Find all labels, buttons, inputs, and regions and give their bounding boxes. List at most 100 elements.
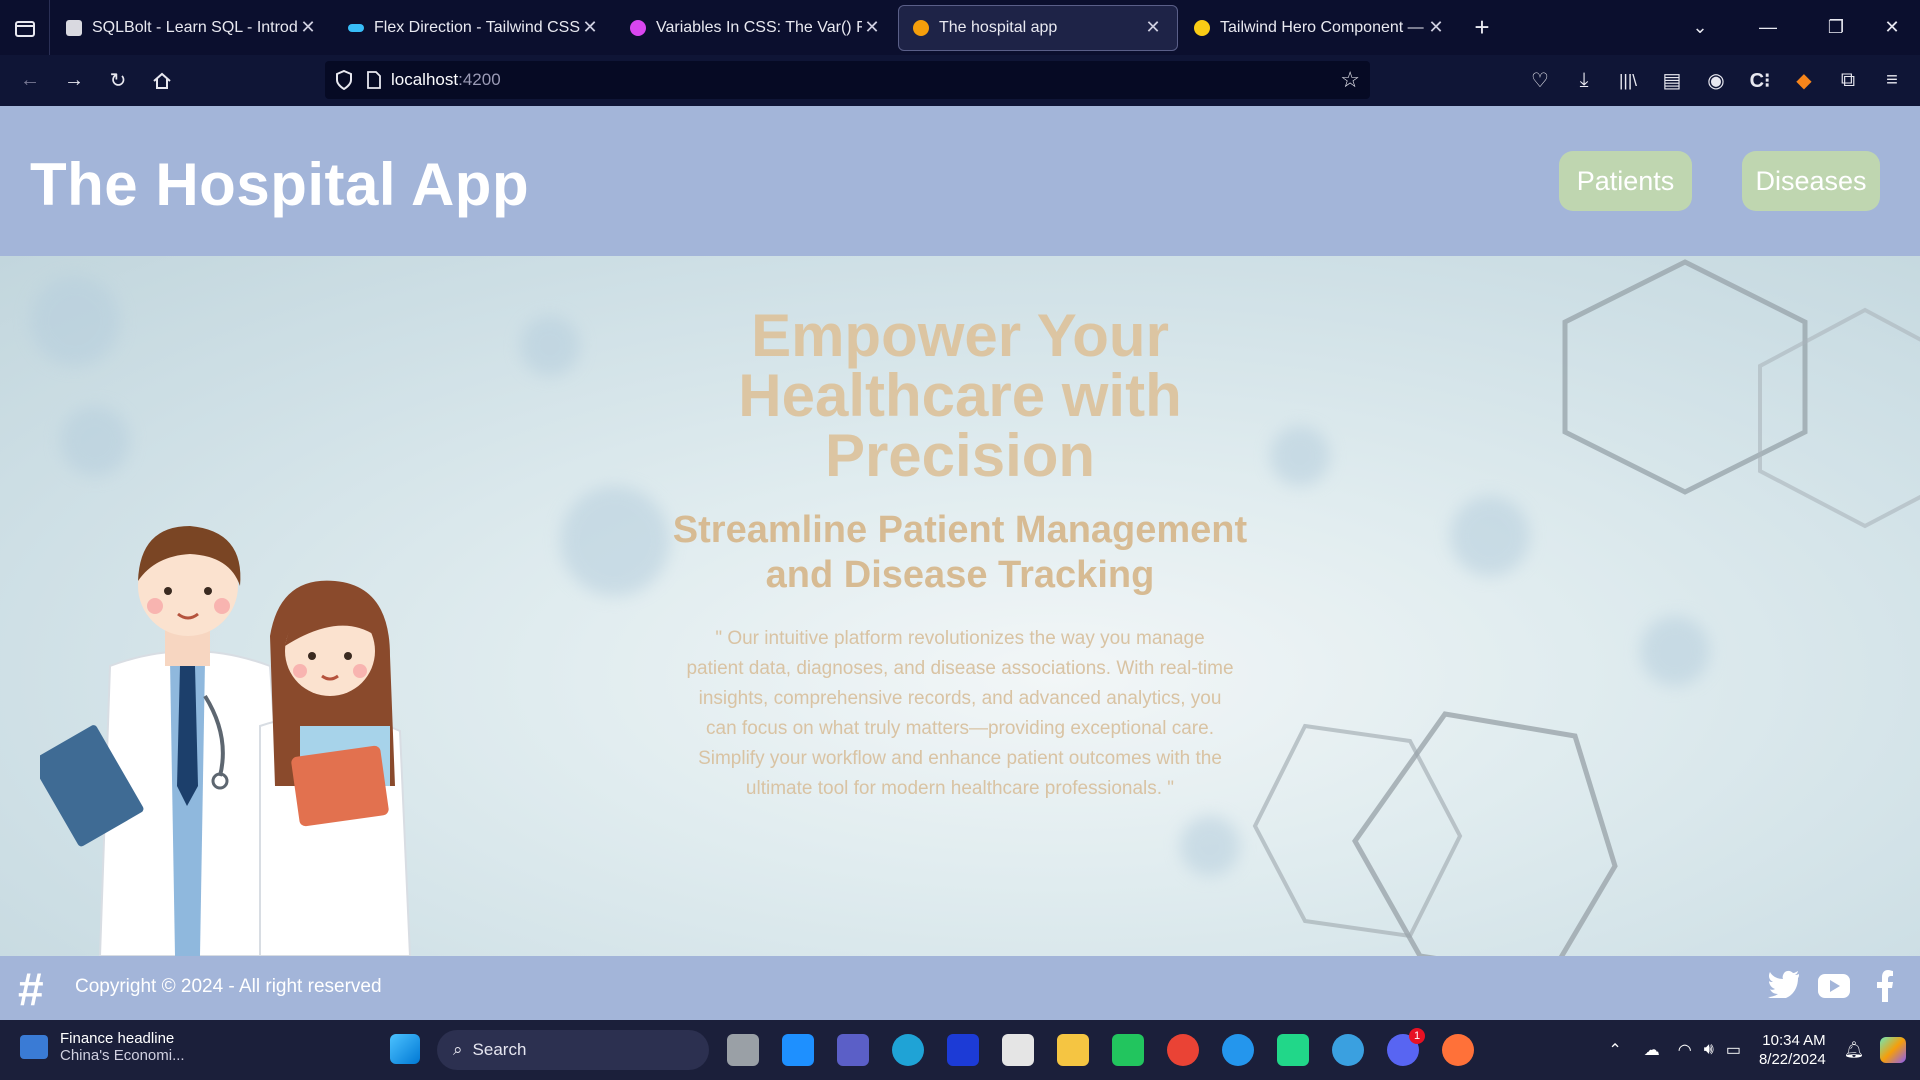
sidebar-button[interactable]: ▤ <box>1650 59 1694 103</box>
tab-title: The hospital app <box>939 18 1058 36</box>
browser-tab-bar: SQLBolt - Learn SQL - Introducti ✕ Flex … <box>0 0 1920 55</box>
tab-list-icon <box>14 20 35 37</box>
search-icon: ⌕ <box>453 1040 463 1059</box>
diseases-button[interactable]: Diseases <box>1742 151 1880 211</box>
download-icon: ⤓ <box>1579 69 1589 91</box>
twitter-icon[interactable] <box>1768 970 1800 998</box>
facebook-icon[interactable] <box>1876 970 1894 1002</box>
mail-icon[interactable] <box>782 1034 814 1066</box>
close-tab-icon[interactable]: ✕ <box>580 17 600 38</box>
file-explorer-icon[interactable] <box>1057 1034 1089 1066</box>
back-button[interactable]: ← <box>8 59 52 103</box>
browser-tab[interactable]: SQLBolt - Learn SQL - Introducti ✕ <box>52 5 332 51</box>
app-title[interactable]: The Hospital App <box>30 150 529 219</box>
search-placeholder: Search <box>472 1040 527 1059</box>
windows-start-icon[interactable] <box>390 1034 420 1064</box>
molecule-bubble <box>1450 496 1530 576</box>
url-bar[interactable]: localhost:4200 ☆ <box>325 61 1370 99</box>
url-port: :4200 <box>458 70 501 89</box>
tailwind-favicon-icon <box>348 23 364 32</box>
reload-icon: ↻ <box>109 70 127 92</box>
new-tab-button[interactable]: + <box>1460 12 1504 43</box>
bookmark-star-icon[interactable]: ☆ <box>1340 67 1360 93</box>
account-button[interactable]: ◉ <box>1694 59 1738 103</box>
battery-icon[interactable]: ▭ <box>1726 1040 1741 1060</box>
extension-c-icon: C⁝ <box>1749 70 1771 92</box>
wifi-icon[interactable]: ◠ <box>1678 1040 1692 1060</box>
minimize-button[interactable]: — <box>1728 0 1808 55</box>
edge-icon[interactable] <box>892 1034 924 1066</box>
list-all-tabs-button[interactable]: ⌄ <box>1672 0 1728 55</box>
reload-button[interactable]: ↻ <box>96 59 140 103</box>
browser-tab[interactable]: Tailwind Hero Component — Te ✕ <box>1180 5 1460 51</box>
notification-bell-icon[interactable]: 🔔︎ <box>1844 1040 1864 1060</box>
extension-c-button[interactable]: C⁝ <box>1738 59 1782 103</box>
chevron-down-icon: ⌄ <box>1692 17 1708 37</box>
youtube-icon[interactable] <box>1818 974 1850 998</box>
pocket-button[interactable]: ♡ <box>1518 59 1562 103</box>
tab-title: Tailwind Hero Component — Te <box>1220 18 1426 36</box>
task-view-icon[interactable] <box>727 1034 759 1066</box>
hero-content: Empower Your Healthcare with Precision S… <box>650 306 1270 804</box>
tailwind-hero-favicon-icon <box>1194 19 1210 36</box>
taskbar-search[interactable]: ⌕ Search <box>437 1030 709 1070</box>
molecule-bubble <box>30 276 120 366</box>
chevron-up-icon[interactable]: ⌃ <box>1608 1040 1621 1060</box>
sqlbolt-favicon-icon <box>66 19 82 36</box>
close-tab-icon[interactable]: ✕ <box>862 17 882 38</box>
discord-badge: 1 <box>1409 1028 1425 1044</box>
patients-button[interactable]: Patients <box>1559 151 1692 211</box>
news-widget[interactable]: Finance headline China's Economi... <box>20 1030 185 1064</box>
url-text: localhost:4200 <box>391 70 501 90</box>
clock[interactable]: 10:34 AM 8/22/2024 <box>1759 1031 1826 1069</box>
menu-button[interactable]: ≡ <box>1870 59 1914 103</box>
extensions-button[interactable]: ⧉ <box>1826 59 1870 103</box>
news-subtitle: China's Economi... <box>60 1047 185 1064</box>
volume-icon[interactable]: 🔊︎ <box>1704 1041 1714 1059</box>
toolbar-right: ♡ ⤓ |||\ ▤ ◉ C⁝ ◆ ⧉ ≡ <box>1518 55 1920 106</box>
css-favicon-icon <box>630 19 646 36</box>
url-host: localhost <box>391 70 459 89</box>
metamask-button[interactable]: ◆ <box>1782 59 1826 103</box>
puzzle-icon: ⧉ <box>1840 69 1856 91</box>
app-l-icon[interactable] <box>947 1034 979 1066</box>
teams-icon[interactable] <box>837 1034 869 1066</box>
close-tab-icon[interactable]: ✕ <box>298 17 318 38</box>
copilot-icon[interactable] <box>1880 1037 1906 1063</box>
system-tray: ⌃ ☁ ◠ 🔊︎ ▭ 10:34 AM 8/22/2024 🔔︎ <box>1608 1020 1920 1080</box>
tab-list-button[interactable] <box>0 0 50 55</box>
chrome-icon[interactable] <box>1167 1034 1199 1066</box>
app-globe-icon[interactable] <box>1332 1034 1364 1066</box>
close-tab-icon[interactable]: ✕ <box>1143 17 1163 38</box>
browser-tab[interactable]: Variables In CSS: The Var() Funct ✕ <box>616 5 896 51</box>
close-tab-icon[interactable]: ✕ <box>1426 17 1446 38</box>
browser-tab[interactable]: Flex Direction - Tailwind CSS ✕ <box>334 5 614 51</box>
close-icon: ✕ <box>1884 17 1900 37</box>
fox-icon: ◆ <box>1796 70 1812 92</box>
pocket-icon: ♡ <box>1531 70 1549 92</box>
datagrip-icon[interactable] <box>1112 1034 1144 1066</box>
hero-description: " Our intuitive platform revolutionizes … <box>686 628 1234 799</box>
sidebar-icon: ▤ <box>1662 70 1682 92</box>
news-widget-icon <box>20 1035 48 1059</box>
forward-button[interactable]: → <box>52 59 96 103</box>
onedrive-icon[interactable]: ☁ <box>1644 1040 1660 1060</box>
news-title: Finance headline <box>60 1030 175 1047</box>
docker-icon[interactable] <box>1222 1034 1254 1066</box>
arrow-right-icon: → <box>64 69 84 91</box>
tab-title: Flex Direction - Tailwind CSS <box>374 18 580 36</box>
arrow-left-icon: ← <box>20 69 40 91</box>
library-button[interactable]: |||\ <box>1606 59 1650 103</box>
home-button[interactable] <box>140 59 184 103</box>
windows-taskbar: Finance headline China's Economi... ⌕ Se… <box>0 1020 1920 1080</box>
store-icon[interactable] <box>1002 1034 1034 1066</box>
restore-button[interactable]: ❐ <box>1808 0 1864 55</box>
webstorm-icon[interactable] <box>1277 1034 1309 1066</box>
close-window-button[interactable]: ✕ <box>1864 0 1920 55</box>
discord-icon[interactable]: 1 <box>1387 1028 1425 1066</box>
clock-date: 8/22/2024 <box>1758 1051 1826 1068</box>
firefox-icon[interactable] <box>1442 1034 1474 1066</box>
hero-title: Empower Your Healthcare with Precision <box>738 302 1182 489</box>
downloads-button[interactable]: ⤓ <box>1562 59 1606 103</box>
browser-tab-active[interactable]: The hospital app ✕ <box>898 4 1178 51</box>
